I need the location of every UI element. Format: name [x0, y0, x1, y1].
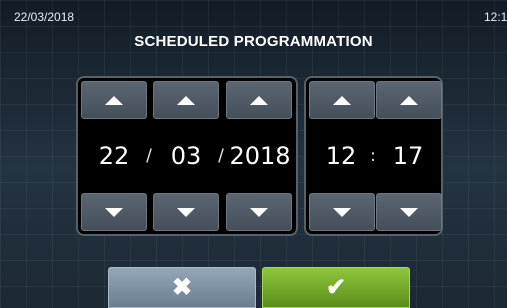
hour-value: 12	[325, 142, 357, 170]
confirm-button[interactable]: ✔	[262, 267, 410, 308]
hour-decrement-button[interactable]	[309, 193, 375, 231]
year-increment-button[interactable]	[226, 81, 292, 119]
triangle-up-icon	[400, 95, 418, 105]
triangle-up-icon	[105, 95, 123, 105]
date-separator: /	[146, 146, 152, 166]
day-decrement-button[interactable]	[81, 193, 147, 231]
triangle-down-icon	[333, 207, 351, 217]
status-time: 12:17	[484, 10, 507, 24]
triangle-up-icon	[333, 95, 351, 105]
time-picker: 12 : 17	[304, 76, 443, 236]
cross-icon: ✖	[171, 273, 193, 301]
minute-value: 17	[392, 142, 424, 170]
status-date: 22/03/2018	[14, 10, 75, 24]
minute-increment-button[interactable]	[376, 81, 442, 119]
month-increment-button[interactable]	[153, 81, 219, 119]
checkmark-icon: ✔	[325, 273, 347, 301]
minute-decrement-button[interactable]	[376, 193, 442, 231]
triangle-down-icon	[105, 207, 123, 217]
triangle-up-icon	[250, 95, 268, 105]
page-title: SCHEDULED PROGRAMMATION	[134, 33, 373, 50]
day-value: 22	[98, 142, 130, 170]
cancel-button[interactable]: ✖	[108, 267, 256, 308]
triangle-down-icon	[400, 207, 418, 217]
day-increment-button[interactable]	[81, 81, 147, 119]
date-picker: 22 / 03 / 2018	[76, 76, 298, 236]
triangle-down-icon	[250, 207, 268, 217]
month-value: 03	[170, 142, 202, 170]
year-decrement-button[interactable]	[226, 193, 292, 231]
hour-increment-button[interactable]	[309, 81, 375, 119]
triangle-up-icon	[177, 95, 195, 105]
triangle-down-icon	[177, 207, 195, 217]
month-decrement-button[interactable]	[153, 193, 219, 231]
year-value: 2018	[229, 142, 291, 170]
